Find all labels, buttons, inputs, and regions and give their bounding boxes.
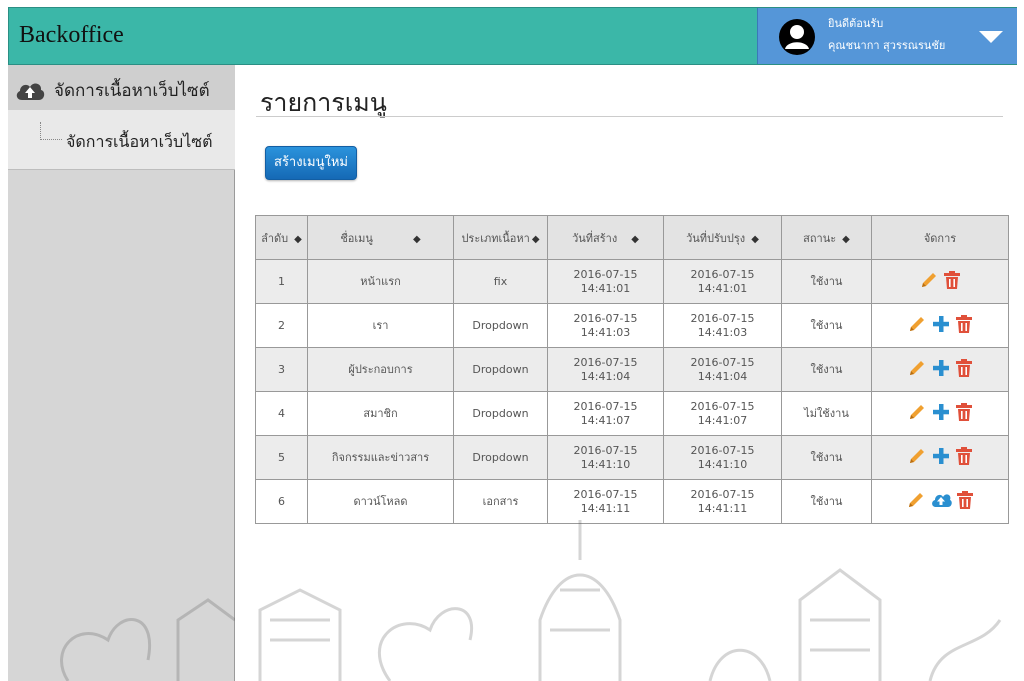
cell-no: 5 <box>255 435 308 480</box>
cell-updated: 2016-07-15 14:41:07 <box>663 391 782 436</box>
title-divider <box>256 116 1003 117</box>
welcome-text: ยินดีต้อนรับ <box>828 17 884 30</box>
sort-icon: ◆ <box>631 233 639 245</box>
delete-icon[interactable] <box>955 314 973 334</box>
cell-type: fix <box>453 259 548 304</box>
delete-icon[interactable] <box>955 446 973 466</box>
delete-icon[interactable] <box>943 270 961 290</box>
top-bar: Backoffice ยินดีต้อนรับ คุณชนากา สุวรรณร… <box>8 7 1017 65</box>
cloud-upload-icon <box>16 83 45 100</box>
sort-icon: ◆ <box>751 233 759 245</box>
sort-icon: ◆ <box>531 233 540 245</box>
cell-no: 2 <box>255 303 308 348</box>
page-title: รายการเมนู <box>260 88 387 117</box>
brand-title: Backoffice <box>19 22 124 48</box>
column-header-no[interactable]: ลำดับ ◆ <box>255 215 308 260</box>
cell-status: ใช้งาน <box>781 259 872 304</box>
cell-created: 2016-07-15 14:41:03 <box>547 303 664 348</box>
edit-icon[interactable] <box>907 402 927 422</box>
create-menu-button[interactable]: สร้างเมนูใหม่ <box>265 146 357 180</box>
cell-created: 2016-07-15 14:41:07 <box>547 391 664 436</box>
table-row: 3 ผู้ประกอบการ Dropdown 2016-07-15 14:41:04… <box>255 347 1009 392</box>
cell-no: 1 <box>255 259 308 304</box>
seal-watermark-left <box>60 598 235 681</box>
table-row: 4 สมาชิก Dropdown 2016-07-15 14:41:07 2016-0… <box>255 391 1009 436</box>
column-header-updated[interactable]: วันที่ปรับปรุง ◆ <box>663 215 782 260</box>
cell-created: 2016-07-15 14:41:04 <box>547 347 664 392</box>
cell-no: 3 <box>255 347 308 392</box>
cell-name: เรา <box>307 303 454 348</box>
sidebar-subitem-label: จัดการเนื้อหาเว็บไซต์ <box>66 132 213 151</box>
table-row: 2 เรา Dropdown 2016-07-15 14:41:03 2016-07-1… <box>255 303 1009 348</box>
cell-updated: 2016-07-15 14:41:03 <box>663 303 782 348</box>
cell-created: 2016-07-15 14:41:10 <box>547 435 664 480</box>
cell-actions <box>871 303 1009 348</box>
cell-type: Dropdown <box>453 435 548 480</box>
edit-icon[interactable] <box>919 270 939 290</box>
user-circle-icon <box>779 19 815 55</box>
cell-created: 2016-07-15 14:41:01 <box>547 259 664 304</box>
cell-type: Dropdown <box>453 303 548 348</box>
sidebar-item-content-management[interactable]: จัดการเนื้อหาเว็บไซต์ <box>8 65 235 110</box>
cell-name: ผู้ประกอบการ <box>307 347 454 392</box>
cell-status: ใช้งาน <box>781 303 872 348</box>
add-icon[interactable] <box>931 402 951 422</box>
seal-watermark <box>258 520 1002 681</box>
column-header-type[interactable]: ประเภทเนื้อหา ◆ <box>453 215 548 260</box>
cell-type: Dropdown <box>453 391 548 436</box>
cell-status: ไม่ใช้งาน <box>781 391 872 436</box>
cell-actions <box>871 391 1009 436</box>
add-icon[interactable] <box>931 358 951 378</box>
cell-actions <box>871 347 1009 392</box>
tree-connector <box>40 122 62 140</box>
edit-icon[interactable] <box>907 358 927 378</box>
delete-icon[interactable] <box>955 358 973 378</box>
column-header-actions: จัดการ <box>871 215 1009 260</box>
sort-icon: ◆ <box>294 233 302 245</box>
sort-icon: ◆ <box>842 233 850 245</box>
cell-name: สมาชิก <box>307 391 454 436</box>
column-header-name[interactable]: ชื่อเมนู ◆ <box>307 215 454 260</box>
edit-icon[interactable] <box>907 446 927 466</box>
caret-down-icon[interactable] <box>979 31 1003 43</box>
cell-no: 4 <box>255 391 308 436</box>
cell-status: ใช้งาน <box>781 347 872 392</box>
cell-actions <box>871 435 1009 480</box>
cell-updated: 2016-07-15 14:41:10 <box>663 435 782 480</box>
table-row: 1 หน้าแรก fix 2016-07-15 14:41:01 2016-07-15… <box>255 259 1009 304</box>
column-header-created[interactable]: วันที่สร้าง ◆ <box>547 215 664 260</box>
cell-status: ใช้งาน <box>781 435 872 480</box>
user-menu[interactable]: ยินดีต้อนรับ คุณชนากา สุวรรณรนชัย <box>757 8 1017 64</box>
sort-icon: ◆ <box>412 233 421 245</box>
column-header-status[interactable]: สถานะ ◆ <box>781 215 872 260</box>
cell-type: Dropdown <box>453 347 548 392</box>
cell-updated: 2016-07-15 14:41:01 <box>663 259 782 304</box>
add-icon[interactable] <box>931 314 951 334</box>
cell-name: กิจกรรมและข่าวสาร <box>307 435 454 480</box>
menu-table: ลำดับ ◆ ชื่อเมนู ◆ ประเภทเนื้อหา ◆ วันที่สร… <box>255 215 1009 524</box>
cell-name: หน้าแรก <box>307 259 454 304</box>
add-icon[interactable] <box>931 446 951 466</box>
sidebar-subitem-content-management[interactable]: จัดการเนื้อหาเว็บไซต์ <box>8 110 235 170</box>
delete-icon[interactable] <box>955 402 973 422</box>
table-row: 5 กิจกรรมและข่าวสาร Dropdown 2016-07-15 14:… <box>255 435 1009 480</box>
cell-actions <box>871 259 1009 304</box>
cell-updated: 2016-07-15 14:41:04 <box>663 347 782 392</box>
user-name: คุณชนากา สุวรรณรนชัย <box>828 39 946 52</box>
edit-icon[interactable] <box>907 314 927 334</box>
sidebar-item-label: จัดการเนื้อหาเว็บไซต์ <box>54 81 210 101</box>
